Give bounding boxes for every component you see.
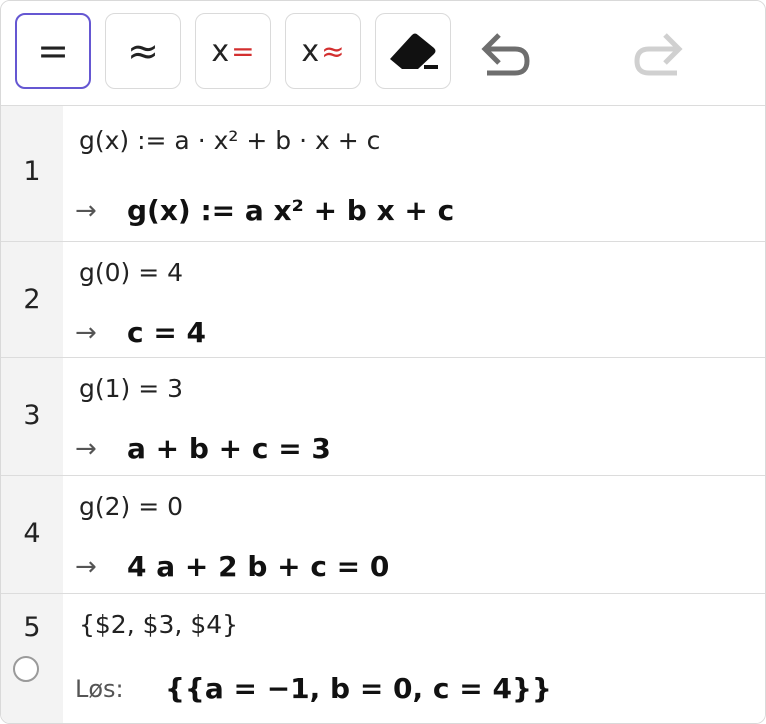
cas-row-1[interactable]: 1 g(x) := a · x² + b · x + c → g(x) := a… [1, 106, 765, 242]
output-text: {{a = −1, b = 0, c = 4}} [165, 672, 552, 705]
row-input[interactable]: {$2, $3, $4} [79, 610, 238, 639]
redo-button[interactable] [621, 21, 697, 81]
output-arrow-icon: → [75, 317, 97, 348]
output-text: a + b + c = 3 [127, 432, 331, 465]
nsolve-approx-icon: ≈ [321, 34, 345, 68]
cas-window: = ≈ x = x ≈ 1 g(x):= a · x² + b · x + c… [0, 0, 766, 724]
row-number: 5 [23, 612, 41, 643]
nsolve-x-label: x [301, 33, 320, 69]
row-output: Løs: {{a = −1, b = 0, c = 4}} [75, 672, 552, 705]
row-number-cell[interactable]: 3 [1, 358, 63, 475]
row-input[interactable]: g(1) = 3 [79, 374, 183, 403]
row-number: 2 [23, 284, 41, 315]
cas-row-2[interactable]: 2 g(0) = 4 → c = 4 [1, 242, 765, 358]
row-number-cell[interactable]: 1 [1, 106, 63, 241]
row-output: → 4 a + 2 b + c = 0 [75, 550, 389, 583]
visibility-toggle[interactable] [13, 656, 39, 682]
evaluate-exact-button[interactable]: = [15, 13, 91, 89]
solve-equals-icon: = [231, 34, 255, 68]
row-number-cell[interactable]: 5 [1, 594, 63, 723]
row-output: → a + b + c = 3 [75, 432, 331, 465]
command-label: Løs: [75, 674, 124, 703]
cas-row-3[interactable]: 3 g(1) = 3 → a + b + c = 3 [1, 358, 765, 476]
row-number-cell[interactable]: 2 [1, 242, 63, 357]
output-text: c = 4 [127, 316, 207, 349]
row-number: 4 [23, 518, 41, 549]
solve-button[interactable]: x = [195, 13, 271, 89]
solve-x-label: x [211, 33, 230, 69]
row-input[interactable]: g(x) := a · x² + b · x + c [79, 126, 380, 155]
row-number: 1 [23, 156, 41, 187]
numeric-button[interactable]: ≈ [105, 13, 181, 89]
row-number-cell[interactable]: 4 [1, 476, 63, 593]
output-arrow-icon: → [75, 195, 97, 226]
row-input[interactable]: g(2) = 0 [79, 492, 183, 521]
toolbar: = ≈ x = x ≈ [1, 1, 765, 106]
nsolve-button[interactable]: x ≈ [285, 13, 361, 89]
row-output: → g(x) := a x² + b x + c [75, 194, 454, 227]
eraser-icon [390, 33, 438, 69]
output-arrow-icon: → [75, 433, 97, 464]
cas-row-5[interactable]: 5 {$2, $3, $4} Løs: {{a = −1, b = 0, c =… [1, 594, 765, 723]
equals-icon: = [37, 29, 69, 73]
delete-button[interactable] [375, 13, 451, 89]
redo-icon [634, 33, 683, 76]
undo-icon [481, 33, 530, 76]
row-output: → c = 4 [75, 316, 206, 349]
cas-row-4[interactable]: 4 g(2) = 0 → 4 a + 2 b + c = 0 [1, 476, 765, 594]
row-input[interactable]: g(0) = 4 [79, 258, 183, 287]
undo-button[interactable] [467, 21, 543, 81]
row-number: 3 [23, 400, 41, 431]
approx-icon: ≈ [127, 29, 159, 73]
output-text: 4 a + 2 b + c = 0 [127, 550, 390, 583]
output-arrow-icon: → [75, 551, 97, 582]
output-text: g(x) := a x² + b x + c [127, 194, 455, 227]
